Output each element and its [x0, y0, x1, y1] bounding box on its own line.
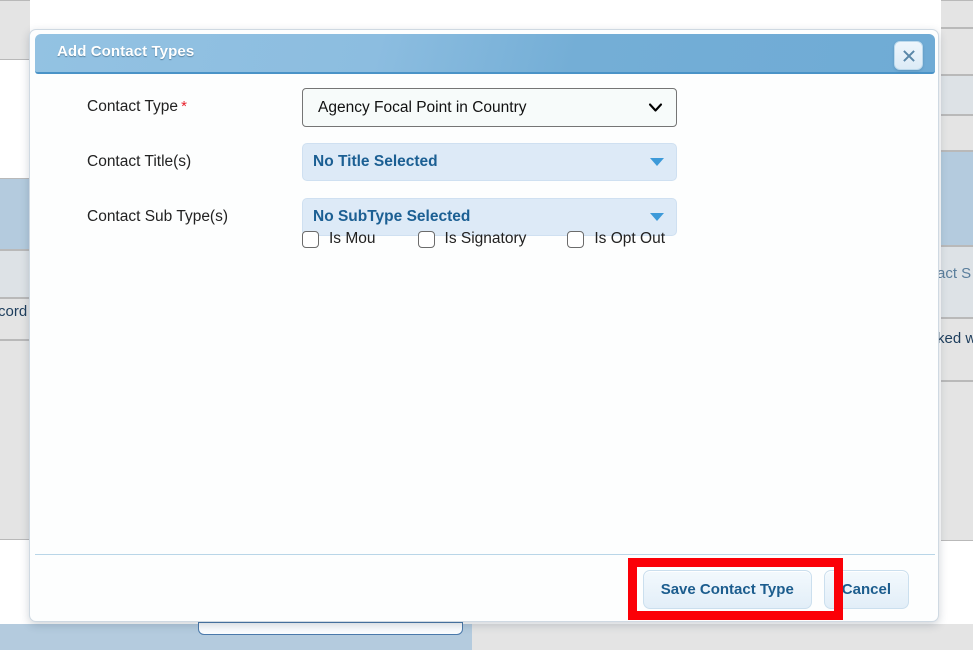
background-right-cell-text: ked w [937, 330, 973, 347]
background-bottom-field [198, 622, 463, 635]
background-table-row-selected [941, 151, 973, 246]
checkbox-is-mou[interactable]: Is Mou [302, 230, 376, 248]
background-table-row [941, 318, 973, 381]
required-marker: * [181, 98, 187, 115]
background-table-row [941, 115, 973, 151]
checkbox-box-icon[interactable] [567, 230, 585, 248]
background-bottom-strip [472, 624, 973, 650]
background-table-header-cell [941, 246, 973, 318]
footer-divider [35, 554, 935, 555]
label-contact-subtypes: Contact Sub Type(s) [87, 208, 229, 225]
triangle-down-icon [650, 158, 664, 166]
contact-titles-multiselect[interactable]: No Title Selected [302, 143, 677, 181]
contact-type-select-value: Agency Focal Point in Country [318, 98, 527, 116]
close-icon[interactable] [894, 41, 923, 70]
triangle-down-icon [650, 213, 664, 221]
checkbox-label-is-mou: Is Mou [329, 230, 376, 247]
add-contact-types-dialog: Add Contact Types Contact Type * Agency F… [29, 29, 939, 622]
cancel-button[interactable]: Cancel [823, 570, 909, 609]
dialog-title: Add Contact Types [57, 43, 195, 60]
background-table-row [941, 381, 973, 541]
checkbox-label-is-signatory: Is Signatory [444, 230, 527, 247]
dialog-titlebar: Add Contact Types [35, 34, 935, 74]
background-table-row [941, 28, 973, 75]
dialog-footer: Save Contact Type Cancel [642, 570, 909, 609]
background-table-row [941, 0, 973, 28]
checkbox-label-is-opt-out: Is Opt Out [594, 230, 666, 247]
background-table-row [0, 0, 30, 60]
background-table-row-selected [0, 178, 30, 250]
field-row-contact-titles: Contact Title(s) No Title Selected [30, 135, 938, 190]
background-table-row [941, 75, 973, 115]
background-right-header-text: act S [937, 265, 972, 282]
label-contact-type: Contact Type * [87, 98, 187, 115]
checkbox-box-icon[interactable] [417, 230, 435, 248]
field-row-contact-type: Contact Type * Agency Focal Point in Coun… [30, 80, 938, 135]
background-table-row [0, 250, 30, 298]
checkbox-is-opt-out[interactable]: Is Opt Out [567, 230, 665, 248]
chevron-down-icon [648, 103, 663, 112]
label-contact-titles: Contact Title(s) [87, 153, 192, 170]
contact-subtypes-value: No SubType Selected [313, 208, 471, 225]
background-table-row [0, 340, 30, 540]
checkbox-is-signatory[interactable]: Is Signatory [417, 230, 527, 248]
contact-type-select[interactable]: Agency Focal Point in Country [302, 88, 677, 127]
contact-type-form: Contact Type * Agency Focal Point in Coun… [30, 80, 938, 245]
background-left-text: cord [0, 303, 28, 320]
flags-checkbox-group: Is Mou Is Signatory Is Opt Out [302, 230, 665, 248]
checkbox-box-icon[interactable] [302, 230, 319, 248]
save-contact-type-button[interactable]: Save Contact Type [642, 570, 812, 609]
contact-titles-value: No Title Selected [313, 153, 438, 170]
